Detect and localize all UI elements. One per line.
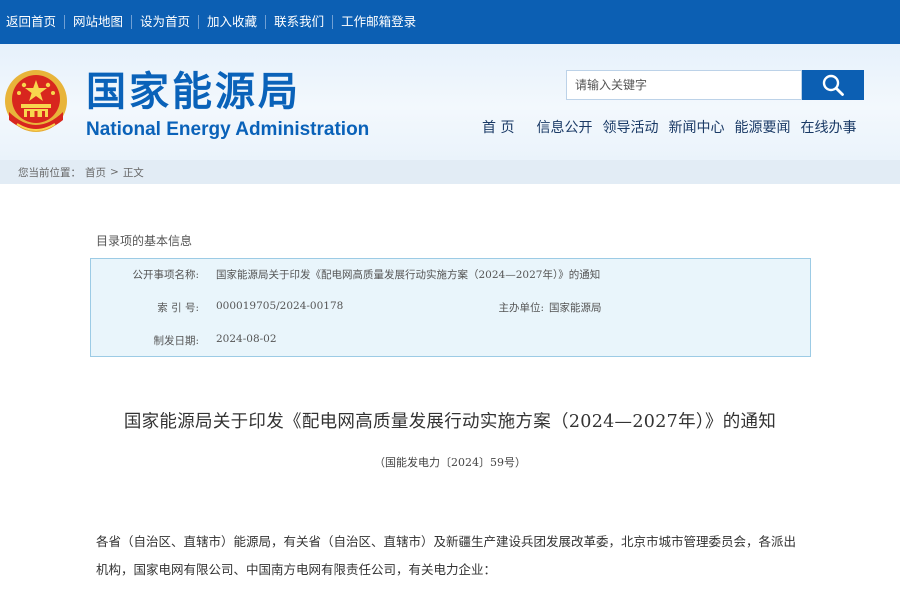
index-value: 000019705/2024-00178: [216, 300, 344, 312]
unit-value: 国家能源局: [549, 302, 602, 314]
article-content: 目录项的基本信息 公开事项名称: 国家能源局关于印发《配电网高质量发展行动实施方…: [0, 184, 900, 600]
link-work-email-login[interactable]: 工作邮箱登录: [333, 15, 424, 29]
link-set-homepage[interactable]: 设为首页: [132, 15, 200, 29]
link-site-map[interactable]: 网站地图: [65, 15, 133, 29]
link-add-favorite[interactable]: 加入收藏: [199, 15, 267, 29]
link-back-home[interactable]: 返回首页: [6, 15, 66, 29]
top-utility-bar: 返回首页 网站地图 设为首页 加入收藏 联系我们 工作邮箱登录: [0, 0, 900, 44]
date-value: 2024-08-02: [216, 333, 277, 345]
nav-energy-news[interactable]: 能源要闻: [734, 118, 790, 138]
site-logo-en: National Energy Administration: [86, 119, 370, 140]
nav-leader-activities[interactable]: 领导活动: [602, 118, 658, 138]
body-line-2: 机构，国家电网有限公司、中国南方电网有限责任公司，有关电力企业：: [96, 562, 497, 577]
document-title: 国家能源局关于印发《配电网高质量发展行动实施方案（2024—2027年）》的通知: [123, 412, 777, 432]
nav-online-services[interactable]: 在线办事: [800, 118, 856, 138]
body-line-1: 各省（自治区、直辖市）能源局，有关省（自治区、直辖市）及新疆生产建设兵团发展改革…: [96, 534, 797, 549]
nav-home[interactable]: 首 页: [482, 118, 514, 138]
search-button[interactable]: [802, 70, 864, 100]
document-number: （国能发电力〔2024〕59号）: [374, 456, 526, 469]
info-box-title: 目录项的基本信息: [96, 234, 193, 248]
date-label: 制发日期:: [153, 335, 199, 347]
nav-info-disclosure[interactable]: 信息公开: [536, 118, 592, 138]
breadcrumb: 您当前位置： 首页 > 正文: [0, 160, 900, 184]
link-contact-us[interactable]: 联系我们: [266, 15, 334, 29]
site-logo-cn: 国家能源局: [86, 69, 301, 115]
info-box: 公开事项名称: 国家能源局关于印发《配电网高质量发展行动实施方案（2024—20…: [90, 258, 811, 357]
national-emblem-icon: [3, 68, 69, 142]
search-icon: [822, 74, 844, 96]
name-value: 国家能源局关于印发《配电网高质量发展行动实施方案（2024—2027年）》的通知: [216, 269, 601, 281]
nav-news-center[interactable]: 新闻中心: [668, 118, 724, 138]
unit-label: 主办单位:: [498, 302, 544, 314]
breadcrumb-prefix: 您当前位置：: [18, 166, 81, 179]
index-label: 索 引 号:: [157, 302, 199, 314]
breadcrumb-home-link[interactable]: 首页: [85, 165, 106, 180]
search-input[interactable]: [566, 70, 802, 100]
name-label: 公开事项名称:: [132, 269, 199, 281]
breadcrumb-separator: >: [110, 166, 119, 178]
main-nav: 首 页 信息公开 领导活动 新闻中心 能源要闻 在线办事: [482, 118, 856, 138]
breadcrumb-current: 正文: [122, 166, 144, 179]
search-bar: [566, 70, 864, 100]
